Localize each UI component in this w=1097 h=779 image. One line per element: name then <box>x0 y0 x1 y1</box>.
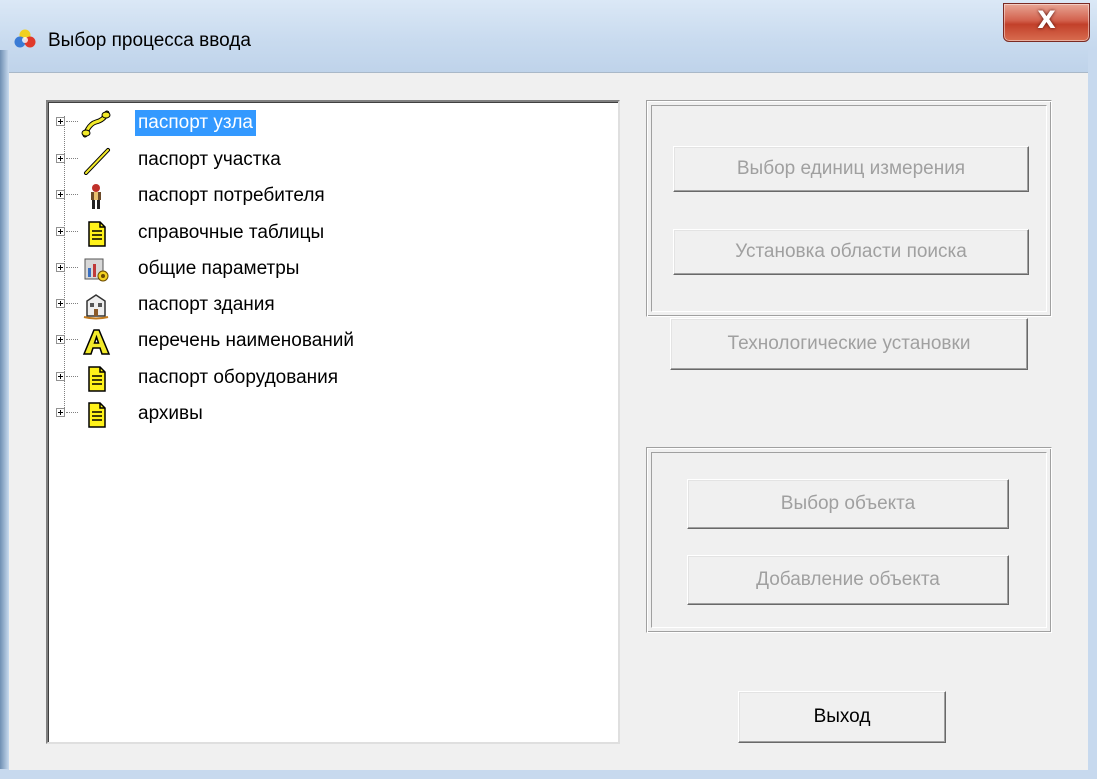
expand-icon[interactable] <box>56 154 65 163</box>
tree-branch-line <box>66 158 78 159</box>
expand-icon[interactable] <box>56 408 65 417</box>
tree-item-label[interactable]: справочные таблицы <box>135 220 327 246</box>
building-icon <box>83 294 109 320</box>
close-button[interactable]: X <box>1003 3 1090 42</box>
exit-button[interactable]: Выход <box>738 691 946 743</box>
expand-icon[interactable] <box>56 227 65 236</box>
window-title: Выбор процесса ввода <box>48 30 251 51</box>
dialog-window: Выбор процесса ввода X паспорт узла пасп… <box>0 0 1097 779</box>
tech-settings-button[interactable]: Технологические установки <box>670 318 1028 370</box>
tree-branch-line <box>66 376 78 377</box>
tree-branch-line <box>66 267 78 268</box>
title-bar[interactable]: Выбор процесса ввода X <box>0 0 1097 72</box>
tree-branch-line <box>66 339 78 340</box>
document-icon <box>88 402 106 428</box>
process-tree[interactable]: паспорт узла паспорт участка паспорт пот… <box>46 100 620 744</box>
expand-icon[interactable] <box>56 117 65 126</box>
pencil-line-icon <box>84 148 110 175</box>
tree-item-label[interactable]: общие параметры <box>135 256 302 282</box>
settings-group: Выбор единиц измерения Установка области… <box>646 100 1052 317</box>
document-icon <box>88 366 106 392</box>
tree-branch-line <box>66 194 78 195</box>
tree-item-label[interactable]: паспорт потребителя <box>135 183 328 209</box>
tree-item-label[interactable]: паспорт узла <box>135 110 256 136</box>
tree-item-label[interactable]: паспорт оборудования <box>135 365 341 391</box>
tree-branch-line <box>66 231 78 232</box>
search-area-button[interactable]: Установка области поиска <box>673 229 1029 275</box>
tree-branch-line <box>66 412 78 413</box>
window-left-border <box>0 50 9 779</box>
node-pipe-icon <box>81 110 111 138</box>
tree-item-label[interactable]: перечень наименований <box>135 328 357 354</box>
expand-icon[interactable] <box>56 335 65 344</box>
consumer-figure-icon <box>91 184 101 209</box>
close-icon: X <box>1037 6 1056 34</box>
units-selection-button[interactable]: Выбор единиц измерения <box>673 146 1029 192</box>
expand-icon[interactable] <box>56 190 65 199</box>
letter-a-icon <box>82 329 111 355</box>
tree-branch-line <box>66 303 78 304</box>
settings-group-inner-border <box>651 105 1047 312</box>
color-balls-icon <box>14 29 36 48</box>
select-object-button[interactable]: Выбор объекта <box>687 479 1009 529</box>
expand-icon[interactable] <box>56 372 65 381</box>
settings-chart-icon <box>84 258 109 282</box>
tree-branch-line <box>66 121 78 122</box>
tree-item-label[interactable]: паспорт здания <box>135 292 278 318</box>
add-object-button[interactable]: Добавление объекта <box>687 555 1009 605</box>
expand-icon[interactable] <box>56 263 65 272</box>
object-group: Выбор объекта Добавление объекта <box>646 447 1052 633</box>
tree-item-label[interactable]: архивы <box>135 401 206 427</box>
tree-item-label[interactable]: паспорт участка <box>135 147 284 173</box>
expand-icon[interactable] <box>56 299 65 308</box>
document-icon <box>88 221 106 247</box>
window-bottom-border <box>0 769 1097 779</box>
window-right-border <box>1088 50 1097 779</box>
dialog-client-area: паспорт узла паспорт участка паспорт пот… <box>9 72 1088 770</box>
